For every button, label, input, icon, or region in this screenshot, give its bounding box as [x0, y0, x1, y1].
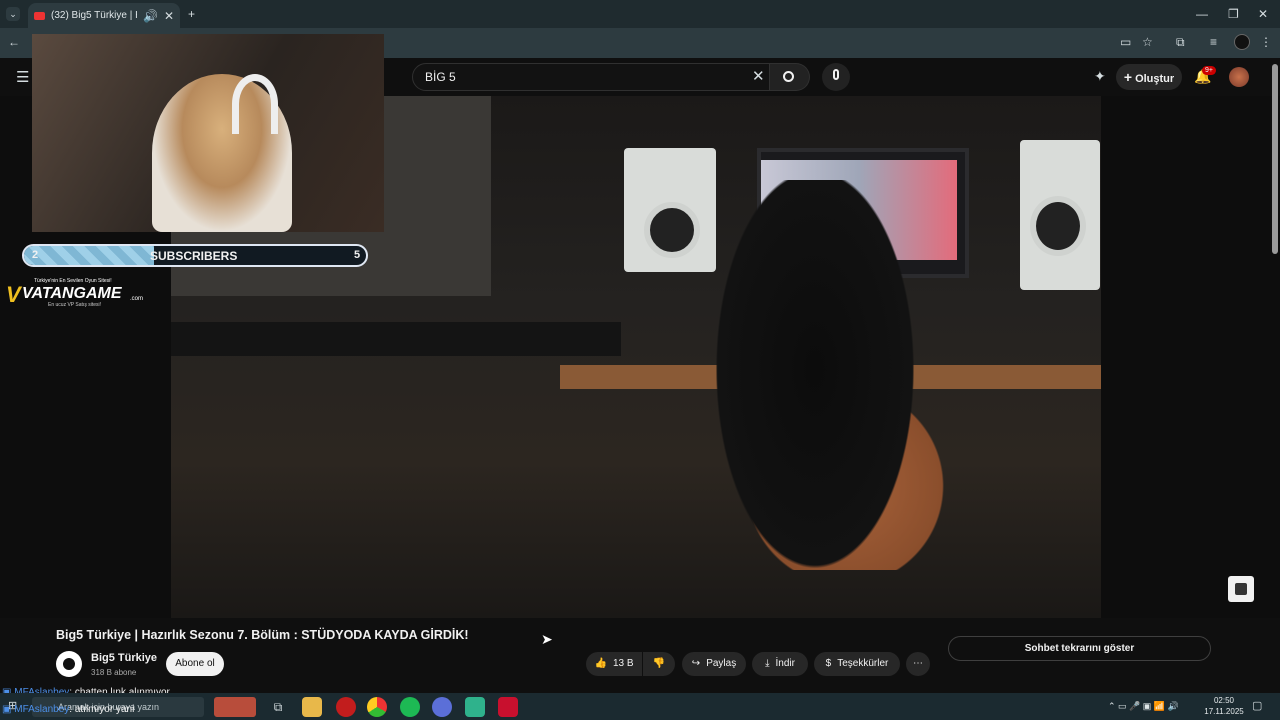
streamer-webcam	[32, 34, 384, 232]
thumbs-down-icon: 👎	[652, 658, 666, 669]
system-tray-icons[interactable]: ⌃ ▭ 🎤 ▣ 📶 🔊	[1108, 701, 1179, 712]
download-label: İndir	[775, 658, 795, 669]
channel-name[interactable]: Big5 Türkiye	[91, 652, 157, 664]
close-tab-icon[interactable]: ✕	[164, 10, 174, 22]
sponsor-tagline: Türkiye'nin En Sevilen Oyun Sitesi!	[34, 278, 112, 284]
subscriber-goal-bar: 2 SUBSCRIBERS 5	[22, 244, 368, 267]
more-icon: ⋯	[913, 658, 923, 669]
chrome-icon[interactable]	[367, 697, 387, 717]
bookmark-star-icon[interactable]: ☆	[1142, 36, 1153, 48]
plus-icon: +	[1123, 69, 1132, 85]
keyboard-stand	[171, 322, 621, 356]
miniplayer-icon	[1235, 583, 1247, 595]
app-icon[interactable]	[432, 697, 452, 717]
sponsor-logo: Türkiye'nin En Sevilen Oyun Sitesi! V VA…	[6, 278, 156, 310]
browser-tab[interactable]: (32) Big5 Türkiye | Hazırlık S 🔊 ✕	[28, 3, 180, 28]
search-button[interactable]	[770, 63, 810, 91]
create-button[interactable]: + Oluştur	[1116, 64, 1182, 90]
back-icon[interactable]: ←	[8, 36, 20, 48]
notification-badge: 9+	[1202, 66, 1216, 75]
channel-logo-icon	[63, 658, 75, 670]
opera-icon[interactable]	[336, 697, 356, 717]
like-count: 13 B	[612, 658, 634, 669]
tab-search-icon[interactable]: ⌄	[6, 7, 20, 21]
browser-tab-strip: ⌄ (32) Big5 Türkiye | Hazırlık S 🔊 ✕ + —…	[0, 0, 1280, 28]
search-input[interactable]: BİG 5	[412, 63, 770, 91]
video-title: Big5 Türkiye | Hazırlık Sezonu 7. Bölüm …	[56, 628, 469, 642]
cast-icon[interactable]: ▭	[1120, 36, 1131, 48]
sponsor-v-mark: V	[6, 282, 21, 307]
restore-icon[interactable]: ❐	[1228, 8, 1239, 20]
speaker-woofer-right	[1030, 196, 1086, 256]
clear-search-icon[interactable]: ✕	[752, 69, 765, 84]
mouse-cursor-icon: ➤	[541, 631, 553, 647]
task-view-icon[interactable]: ⧉	[268, 697, 288, 717]
hamburger-menu-icon[interactable]: ☰	[16, 70, 29, 85]
file-explorer-icon[interactable]	[302, 697, 322, 717]
taskbar-clock[interactable]: 02:50 17.11.2025	[1200, 695, 1248, 717]
share-label: Paylaş	[706, 658, 737, 669]
subscribe-button[interactable]: Abone ol	[166, 652, 224, 676]
subscriber-goal-start: 2	[32, 249, 39, 261]
create-label: Oluştur	[1135, 73, 1175, 85]
share-button[interactable]: ↪ Paylaş	[682, 652, 746, 676]
profile-avatar[interactable]	[1234, 34, 1250, 50]
valorant-icon[interactable]	[498, 697, 518, 717]
like-button[interactable]: 👍 13 B	[586, 652, 642, 676]
audio-playing-icon[interactable]: 🔊	[143, 10, 158, 22]
subscriber-count: 318 B abone	[91, 668, 137, 677]
more-actions-button[interactable]: ⋯	[906, 652, 930, 676]
speaker-woofer-left	[644, 202, 700, 258]
new-tab-icon[interactable]: +	[188, 8, 195, 20]
miniplayer-button[interactable]	[1228, 576, 1254, 602]
subscriber-goal-label: SUBSCRIBERS	[150, 249, 238, 263]
seated-person	[700, 180, 930, 600]
browser-menu-icon[interactable]: ⋮	[1260, 36, 1272, 48]
spotify-icon[interactable]	[400, 697, 420, 717]
microphone-icon	[833, 69, 839, 80]
taskbar-weather-widget[interactable]	[214, 697, 256, 717]
sponsor-name: VATANGAME	[22, 285, 122, 302]
tab-title: (32) Big5 Türkiye | Hazırlık S	[51, 10, 137, 21]
dislike-button[interactable]: 👎	[643, 652, 675, 676]
show-chat-replay-button[interactable]: Sohbet tekrarını göster	[948, 636, 1211, 661]
chat-username: MFAslanbey	[14, 704, 70, 715]
page-scrollbar[interactable]	[1272, 64, 1278, 254]
minimize-icon[interactable]: —	[1196, 8, 1208, 20]
account-avatar[interactable]	[1229, 67, 1249, 87]
super-thanks-icon: $	[825, 658, 832, 669]
media-control-icon[interactable]: ≡	[1210, 36, 1217, 48]
premium-sparkle-icon[interactable]: ✦	[1094, 69, 1106, 83]
chat-message: ▣ MFAslanbey: atılmıyor yani	[2, 704, 134, 715]
subscriber-goal-fill	[24, 246, 154, 265]
download-icon: ⤓	[765, 658, 770, 669]
download-button[interactable]: ⤓ İndir	[752, 652, 808, 676]
clock-time: 02:50	[1213, 696, 1235, 705]
sponsor-suffix: .com	[130, 296, 144, 302]
thumbs-up-icon: 👍	[594, 658, 607, 669]
android-studio-icon[interactable]	[465, 697, 485, 717]
share-icon: ↪	[691, 658, 701, 669]
subscriber-goal-target: 5	[354, 249, 361, 261]
notification-center-icon[interactable]: ▢	[1252, 701, 1262, 712]
voice-search-button[interactable]	[822, 63, 850, 91]
chat-text: : atılmıyor yani	[69, 704, 135, 715]
close-window-icon[interactable]: ✕	[1258, 8, 1268, 20]
headphones-icon	[232, 74, 278, 134]
sponsor-subtext: En ucuz VP Satış sitesi!	[48, 302, 101, 308]
thanks-label: Teşekkürler	[837, 658, 889, 669]
clock-date: 17.11.2025	[1204, 707, 1244, 716]
chat-badge-icon: ▣	[2, 704, 12, 715]
channel-avatar[interactable]	[56, 651, 82, 677]
youtube-favicon-icon	[34, 11, 45, 20]
search-icon	[783, 71, 794, 82]
thanks-button[interactable]: $ Teşekkürler	[814, 652, 900, 676]
extensions-icon[interactable]: ⧉	[1176, 36, 1185, 48]
